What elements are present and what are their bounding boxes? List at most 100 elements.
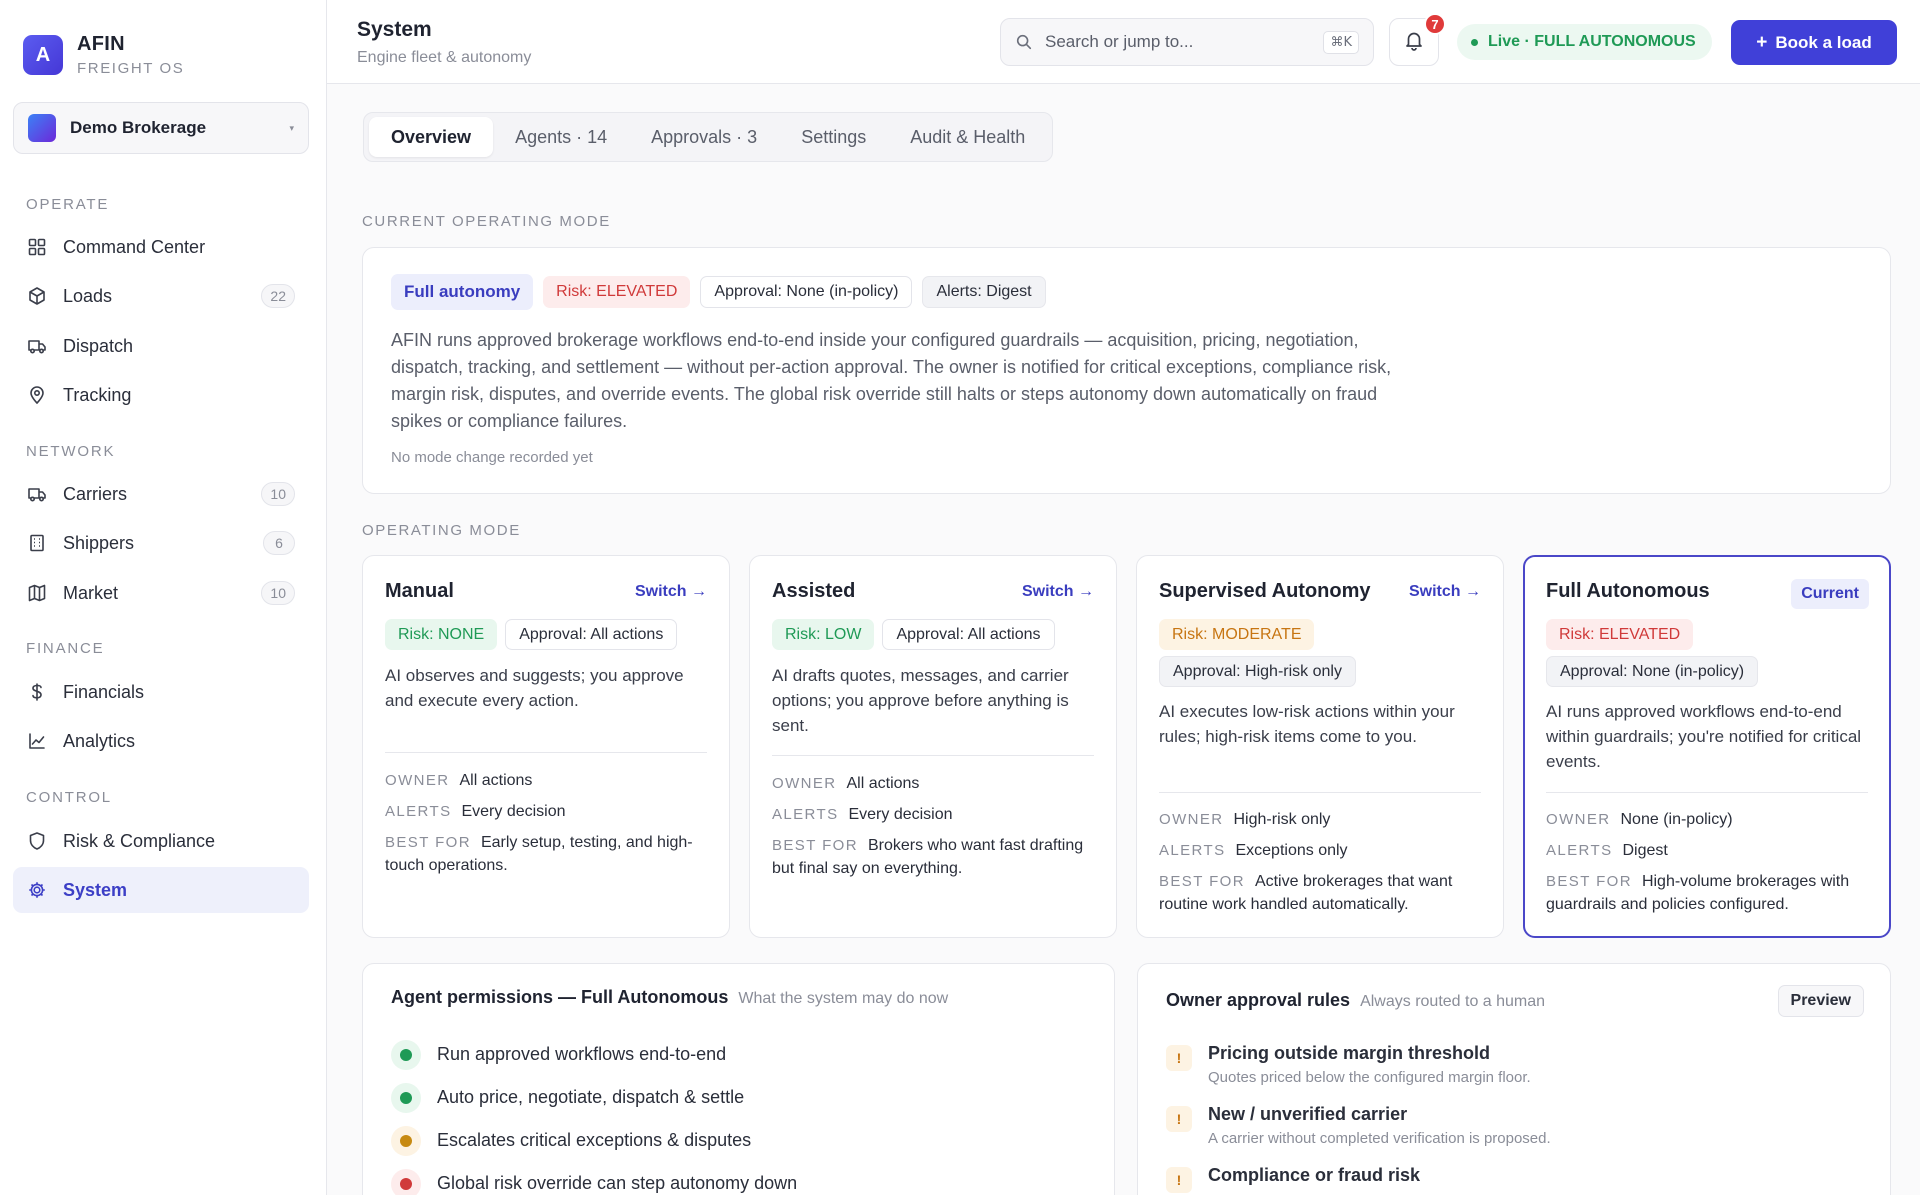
- map-pin-icon: [27, 385, 47, 405]
- approval-chip: Approval: None (in-policy): [1546, 656, 1759, 687]
- tab-approvals[interactable]: Approvals · 3: [629, 117, 779, 157]
- risk-chip: Risk: ELEVATED: [1546, 619, 1694, 650]
- plus-icon: +: [1756, 31, 1768, 53]
- count-badge: 22: [261, 284, 295, 308]
- warning-icon: !: [1166, 1106, 1192, 1132]
- gear-icon: [27, 880, 47, 900]
- switch-mode-button[interactable]: Switch →: [1022, 583, 1094, 601]
- nav-section-finance: FINANCE: [26, 640, 105, 657]
- rule-item: ! New / unverified carrier A carrier with…: [1166, 1104, 1551, 1165]
- mode-change-note: No mode change recorded yet: [391, 449, 593, 466]
- owner-approval-rules-card: Owner approval rules Always routed to a h…: [1137, 963, 1891, 1195]
- sidebar-item-risk-compliance[interactable]: Risk & Compliance: [13, 818, 309, 864]
- tab-settings[interactable]: Settings: [779, 117, 888, 157]
- mode-title: Supervised Autonomy: [1159, 580, 1371, 602]
- switch-mode-button[interactable]: Switch →: [635, 583, 707, 601]
- bell-icon: [1403, 29, 1425, 56]
- sidebar-item-dispatch[interactable]: Dispatch: [13, 323, 309, 369]
- owner-row: OWNER High-risk only: [1159, 811, 1331, 828]
- section-label-operating-mode: OPERATING MODE: [362, 522, 521, 539]
- divider: [772, 755, 1094, 756]
- owner-row: OWNER None (in-policy): [1546, 811, 1733, 828]
- sidebar-item-market[interactable]: Market 10: [13, 570, 309, 616]
- rule-item: ! Compliance or fraud risk: [1166, 1165, 1551, 1195]
- sidebar-item-loads[interactable]: Loads 22: [13, 273, 309, 319]
- mode-description: AFIN runs approved brokerage workflows e…: [391, 330, 1392, 431]
- mode-card-full-autonomous: Full Autonomous Current Risk: ELEVATED A…: [1523, 555, 1891, 938]
- preview-button[interactable]: Preview: [1777, 985, 1864, 1017]
- alerts-value: Every decision: [461, 803, 566, 820]
- best-for-row: BEST FOR Early setup, testing, and high-t…: [385, 834, 693, 874]
- divider: [385, 752, 707, 753]
- section-label-current-mode: CURRENT OPERATING MODE: [362, 213, 611, 230]
- map-icon: [27, 583, 47, 603]
- card-subtitle: What the system may do now: [738, 990, 949, 1007]
- mode-description: AI observes and suggests; you approve an…: [385, 666, 684, 710]
- tab-audit-health[interactable]: Audit & Health: [888, 117, 1047, 157]
- status-dot-icon: [391, 1082, 421, 1113]
- book-load-button[interactable]: + Book a load: [1731, 20, 1897, 65]
- risk-chip: Risk: ELEVATED: [543, 276, 691, 308]
- warning-icon: !: [1166, 1045, 1192, 1071]
- alerts-row: ALERTS Digest: [1546, 842, 1668, 859]
- truck-icon: [27, 336, 47, 356]
- risk-chip: Risk: NONE: [385, 619, 498, 650]
- sidebar-item-analytics[interactable]: Analytics: [13, 718, 309, 764]
- owner-row: OWNER All actions: [772, 775, 920, 792]
- divider: [1546, 792, 1868, 793]
- alerts-row: ALERTS Every decision: [385, 803, 566, 820]
- dollar-icon: [27, 682, 47, 702]
- permission-item: Escalates critical exceptions & disputes: [391, 1119, 797, 1162]
- sidebar-item-label: Loads: [63, 285, 113, 306]
- count-badge: 10: [261, 482, 295, 506]
- workspace-switcher[interactable]: Demo Brokerage ▾: [13, 102, 309, 154]
- risk-chip: Risk: MODERATE: [1159, 619, 1315, 650]
- rule-item: ! Pricing outside margin threshold Quotes…: [1166, 1043, 1551, 1104]
- mode-description: AI runs approved workflows end-to-end wi…: [1546, 702, 1862, 771]
- alerts-row: ALERTS Every decision: [772, 806, 953, 823]
- sidebar-item-label: Analytics: [63, 730, 136, 751]
- tab-overview[interactable]: Overview: [369, 117, 494, 157]
- status-dot-icon: [391, 1168, 421, 1195]
- permission-item: Run approved workflows end-to-end: [391, 1033, 797, 1076]
- shield-icon: [27, 831, 47, 851]
- sidebar-item-label: Carriers: [63, 483, 128, 504]
- switch-mode-button[interactable]: Switch →: [1409, 583, 1481, 601]
- sidebar-item-command-center[interactable]: Command Center: [13, 224, 309, 270]
- divider: [1159, 792, 1481, 793]
- card-title: Owner approval rules Always routed to a h…: [1166, 990, 1546, 1010]
- warning-icon: !: [1166, 1167, 1192, 1193]
- grid-icon: [27, 237, 47, 257]
- approval-chip: Approval: High-risk only: [1159, 656, 1356, 687]
- card-subtitle: Always routed to a human: [1360, 993, 1546, 1010]
- sidebar-item-label: Risk & Compliance: [63, 830, 216, 851]
- sidebar-item-system[interactable]: System: [13, 867, 309, 913]
- sidebar-item-tracking[interactable]: Tracking: [13, 372, 309, 418]
- sidebar-item-shippers[interactable]: Shippers 6: [13, 520, 309, 566]
- nav-section-control: CONTROL: [26, 789, 112, 806]
- mode-title: Full Autonomous: [1546, 580, 1710, 602]
- brand-logo: A: [23, 35, 63, 75]
- sidebar: A AFIN FREIGHT OS Demo Brokerage ▾ OPERA…: [0, 0, 327, 1195]
- tab-agents[interactable]: Agents · 14: [493, 117, 629, 157]
- sidebar-item-label: Tracking: [63, 384, 132, 405]
- approval-chip: Approval: None (in-policy): [700, 276, 913, 308]
- brand[interactable]: A AFIN FREIGHT OS: [23, 33, 184, 77]
- search-input[interactable]: [1045, 32, 1324, 52]
- notifications-button[interactable]: 7: [1389, 13, 1446, 66]
- mode-description: AI drafts quotes, messages, and carrier …: [772, 666, 1069, 735]
- box-icon: [27, 286, 47, 306]
- permission-item: Auto price, negotiate, dispatch & settle: [391, 1076, 797, 1119]
- count-badge: 10: [261, 581, 295, 605]
- sidebar-item-financials[interactable]: Financials: [13, 669, 309, 715]
- search-box[interactable]: ⌘K: [1000, 18, 1374, 66]
- notification-count-badge: 7: [1424, 13, 1446, 35]
- live-status-badge: Live · FULL AUTONOMOUS: [1457, 24, 1712, 60]
- workspace-icon: [28, 114, 56, 142]
- search-icon: [1015, 33, 1033, 51]
- card-title: Agent permissions — Full Autonomous What …: [391, 987, 949, 1007]
- book-load-label: Book a load: [1775, 32, 1872, 52]
- owner-value: None (in-policy): [1620, 811, 1733, 828]
- best-for-row: BEST FOR High-volume brokerages with guar…: [1546, 873, 1850, 913]
- sidebar-item-carriers[interactable]: Carriers 10: [13, 471, 309, 517]
